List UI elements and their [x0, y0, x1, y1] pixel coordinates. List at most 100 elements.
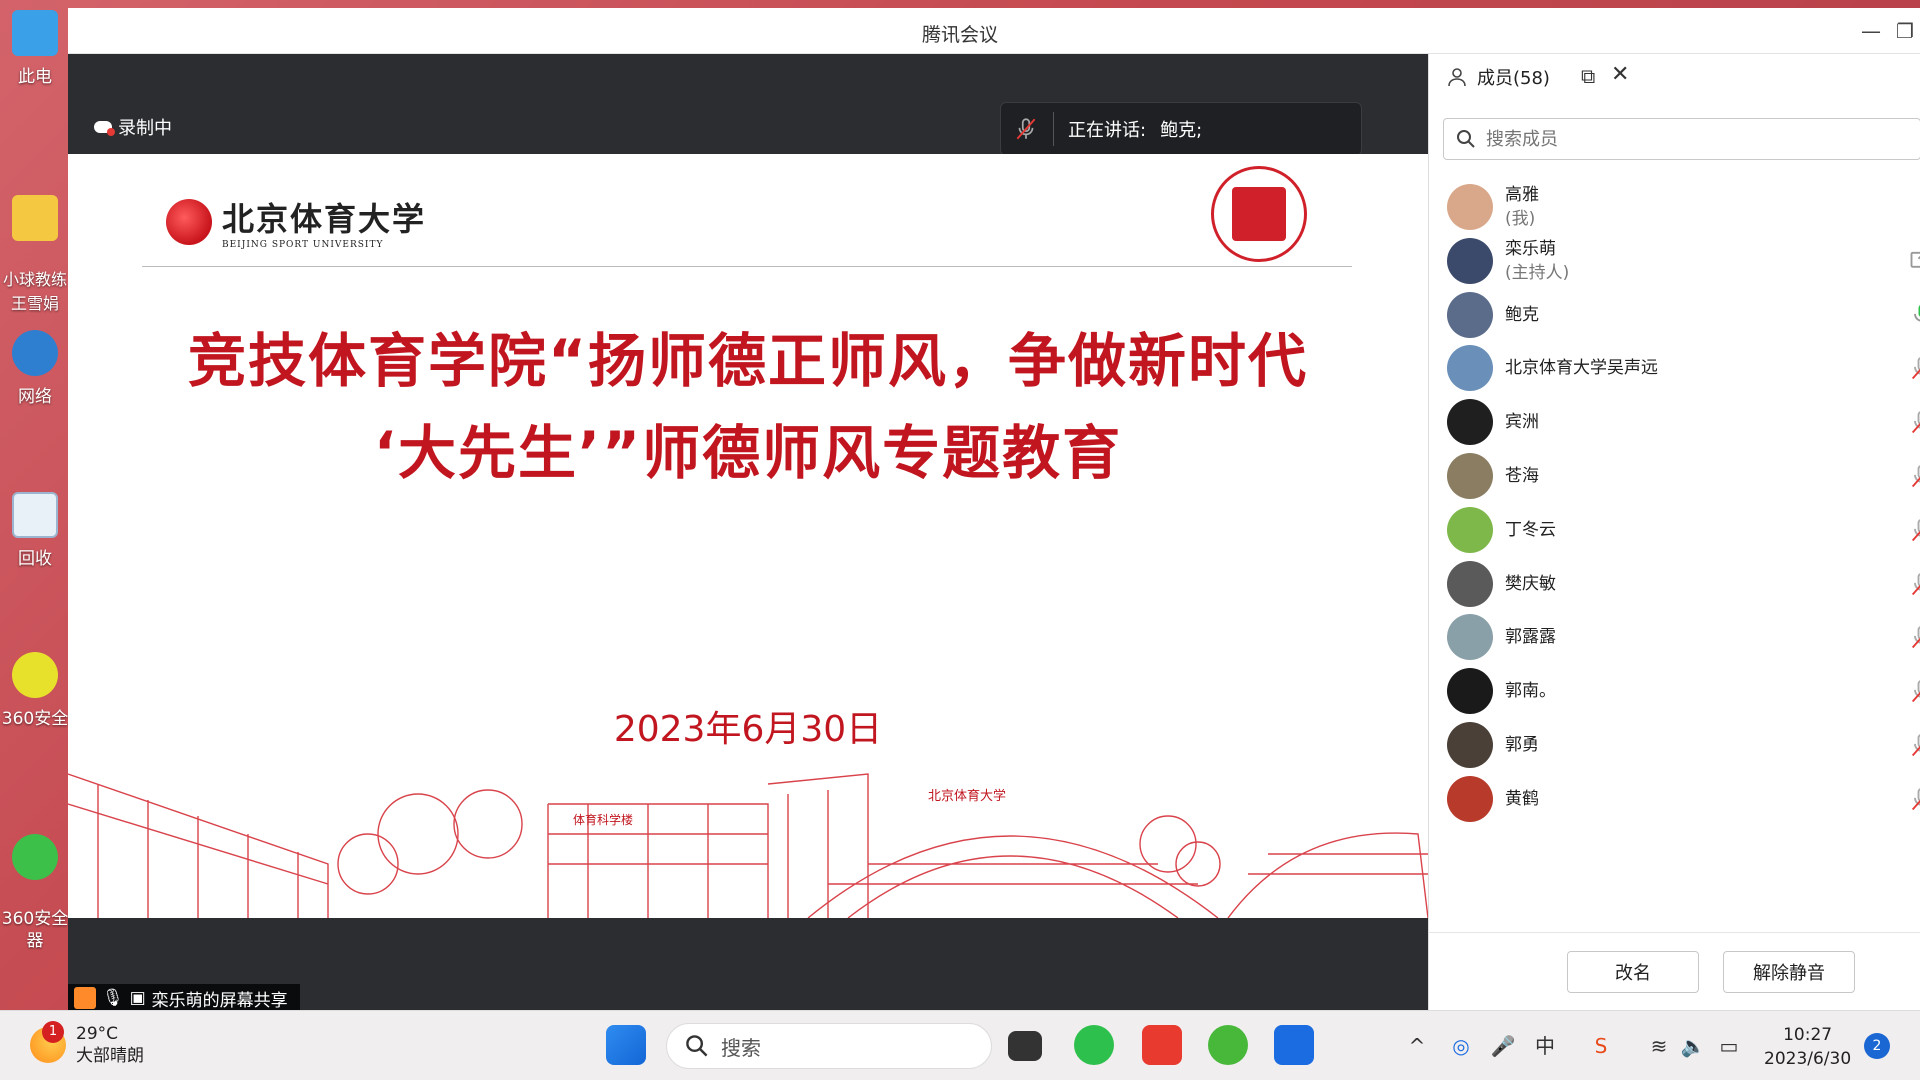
member-name: 郭露露 — [1505, 627, 1556, 648]
cloud-record-icon — [94, 121, 115, 136]
mic-muted-icon[interactable] — [1908, 677, 1920, 705]
person-icon — [1448, 68, 1466, 87]
member-info: 樊庆敏 — [1505, 572, 1556, 596]
wifi-icon[interactable]: ≋ — [1646, 1033, 1672, 1059]
mic-muted-icon[interactable] — [1908, 785, 1920, 813]
member-name: 鲍克 — [1505, 304, 1539, 325]
weather-temp: 29°C — [76, 1024, 119, 1044]
member-info: 黄鹤 — [1505, 787, 1539, 811]
popout-icon[interactable]: ⧉ — [1581, 64, 1595, 88]
mic-muted-icon[interactable] — [1908, 731, 1920, 759]
mic-muted-icon[interactable] — [1908, 623, 1920, 651]
member-avatar — [1447, 345, 1493, 392]
mic-on-icon[interactable] — [1908, 301, 1920, 329]
speaking-name: 鲍克; — [1160, 120, 1203, 141]
university-name-en: BEIJING SPORT UNIVERSITY — [222, 240, 384, 250]
desktop-icon-label: 网络 — [18, 387, 52, 407]
arch-sign: 北京体育大学 — [928, 788, 1006, 804]
member-name: 苍海 — [1505, 466, 1539, 486]
search-input[interactable] — [1486, 128, 1866, 150]
minimize-button[interactable]: — — [1856, 16, 1886, 46]
search-icon — [686, 1035, 708, 1057]
member-info: 苍海 — [1505, 464, 1539, 488]
notification-count[interactable]: 2 — [1864, 1033, 1890, 1059]
member-name: 丁冬云 — [1505, 519, 1556, 540]
member-avatar — [1447, 506, 1493, 553]
member-avatar — [1447, 722, 1493, 768]
battery-icon[interactable]: ▭ — [1716, 1033, 1742, 1059]
search-icon — [1457, 130, 1475, 148]
recording-label: 录制中 — [118, 118, 172, 139]
desktop-icon-360-safe[interactable]: 360安全 — [0, 652, 70, 729]
task-view-icon[interactable] — [1008, 1031, 1042, 1061]
screen-share-icon[interactable] — [1908, 247, 1920, 275]
folder-icon — [12, 195, 58, 241]
weather-badge: 1 — [42, 1021, 64, 1043]
volume-icon[interactable]: 🔈 — [1680, 1033, 1706, 1059]
member-avatar — [1447, 775, 1493, 822]
close-icon[interactable]: ✕ — [1611, 62, 1629, 87]
member-info: 郭南。 — [1505, 679, 1556, 703]
mic-muted-icon[interactable] — [1908, 462, 1920, 490]
desktop-icon-label: 此电 — [18, 67, 52, 87]
clock-date: 2023/6/30 — [1764, 1049, 1852, 1069]
seal-icon — [1232, 187, 1286, 241]
weather-widget[interactable]: 1 29°C 大部晴朗 — [30, 1021, 144, 1067]
member-avatar — [1447, 237, 1493, 284]
tray-app-icon[interactable]: ◎ — [1448, 1033, 1474, 1059]
taskbar-search[interactable]: 搜索 — [666, 1023, 992, 1069]
slide-title-line2: ‘大先生’”师德师风专题教育 — [373, 419, 1123, 487]
microphone-icon[interactable]: 🎤 — [1490, 1033, 1516, 1059]
sogou-icon[interactable]: S — [1588, 1033, 1614, 1059]
speaking-indicator: 正在讲话: 鲍克; — [1000, 102, 1362, 156]
member-name: 宾洲 — [1505, 412, 1539, 433]
tencent-meeting-icon[interactable] — [1274, 1025, 1314, 1065]
desktop-icon-label: 360安全 — [1, 709, 69, 729]
weather-sun-icon: 1 — [30, 1021, 66, 1063]
speaking-label: 正在讲话: — [1068, 120, 1147, 141]
member-name: 黄鹤 — [1505, 788, 1539, 809]
members-footer: 改名 解除静音 — [1429, 932, 1920, 1010]
member-name: 樊庆敏 — [1505, 573, 1556, 594]
divider — [1053, 112, 1054, 146]
unmute-all-button[interactable]: 解除静音 — [1723, 951, 1855, 993]
member-info: 高雅 (我) — [1505, 183, 1539, 231]
desktop-icon-label: 360安全 器 — [1, 909, 69, 951]
recording-indicator[interactable]: 录制中 — [94, 114, 172, 140]
shared-slide: 北京体育大学 BEIJING SPORT UNIVERSITY 竞技体育学院“扬… — [68, 154, 1428, 918]
university-name-cn: 北京体育大学 — [222, 200, 427, 238]
member-avatar — [1447, 184, 1493, 230]
mic-muted-icon[interactable] — [1908, 408, 1920, 436]
rename-button[interactable]: 改名 — [1567, 951, 1699, 993]
member-avatar — [1447, 291, 1493, 338]
member-info: 栾乐萌 (主持人) — [1505, 237, 1569, 285]
member-search[interactable] — [1443, 118, 1920, 160]
browser-e-icon[interactable] — [1208, 1025, 1248, 1065]
start-windows-icon[interactable] — [606, 1025, 646, 1065]
campus-line-drawing: 体育科学楼 北京体育大学 — [68, 773, 1428, 918]
wps-icon[interactable] — [1142, 1025, 1182, 1065]
desktop-icon-folder[interactable]: 小球教练 王雪娟 — [0, 176, 70, 314]
desktop-icon-network[interactable]: 网络 — [0, 330, 70, 407]
plus-shield-icon — [12, 652, 58, 698]
video-stage: 录制中 正在讲话: 鲍克; 北京体育大学 BEIJING SPORT UNIVE… — [68, 54, 1428, 1012]
member-info: 郭露露 — [1505, 625, 1556, 649]
university-emblem-icon — [166, 199, 212, 245]
taskbar-clock[interactable]: 10:27 2023/6/30 — [1764, 1023, 1851, 1071]
restore-button[interactable]: ❐ — [1890, 16, 1920, 46]
sharer-avatar — [74, 987, 96, 1009]
mic-muted-icon[interactable] — [1908, 516, 1920, 544]
screen-share-tag[interactable]: 🎙 ▣ 栾乐萌的屏幕共享 — [68, 984, 300, 1012]
desktop-icon-recycle-bin[interactable]: 回收 — [0, 492, 70, 569]
desktop-icon-360-browser[interactable]: 360安全 器 — [0, 812, 70, 952]
mic-muted-icon[interactable] — [1908, 354, 1920, 382]
wechat-icon[interactable] — [1074, 1025, 1114, 1065]
chevron-up-icon[interactable]: ^ — [1404, 1033, 1430, 1059]
desktop-icon-label: 回收 — [18, 549, 52, 569]
university-logo: 北京体育大学 BEIJING SPORT UNIVERSITY — [166, 194, 426, 250]
member-row[interactable]: 黄鹤 — [1429, 766, 1920, 832]
clock-time: 10:27 — [1783, 1025, 1833, 1045]
ime-indicator[interactable]: 中 — [1532, 1033, 1558, 1059]
mic-muted-icon[interactable] — [1908, 570, 1920, 598]
member-name: 高雅 — [1505, 185, 1539, 205]
